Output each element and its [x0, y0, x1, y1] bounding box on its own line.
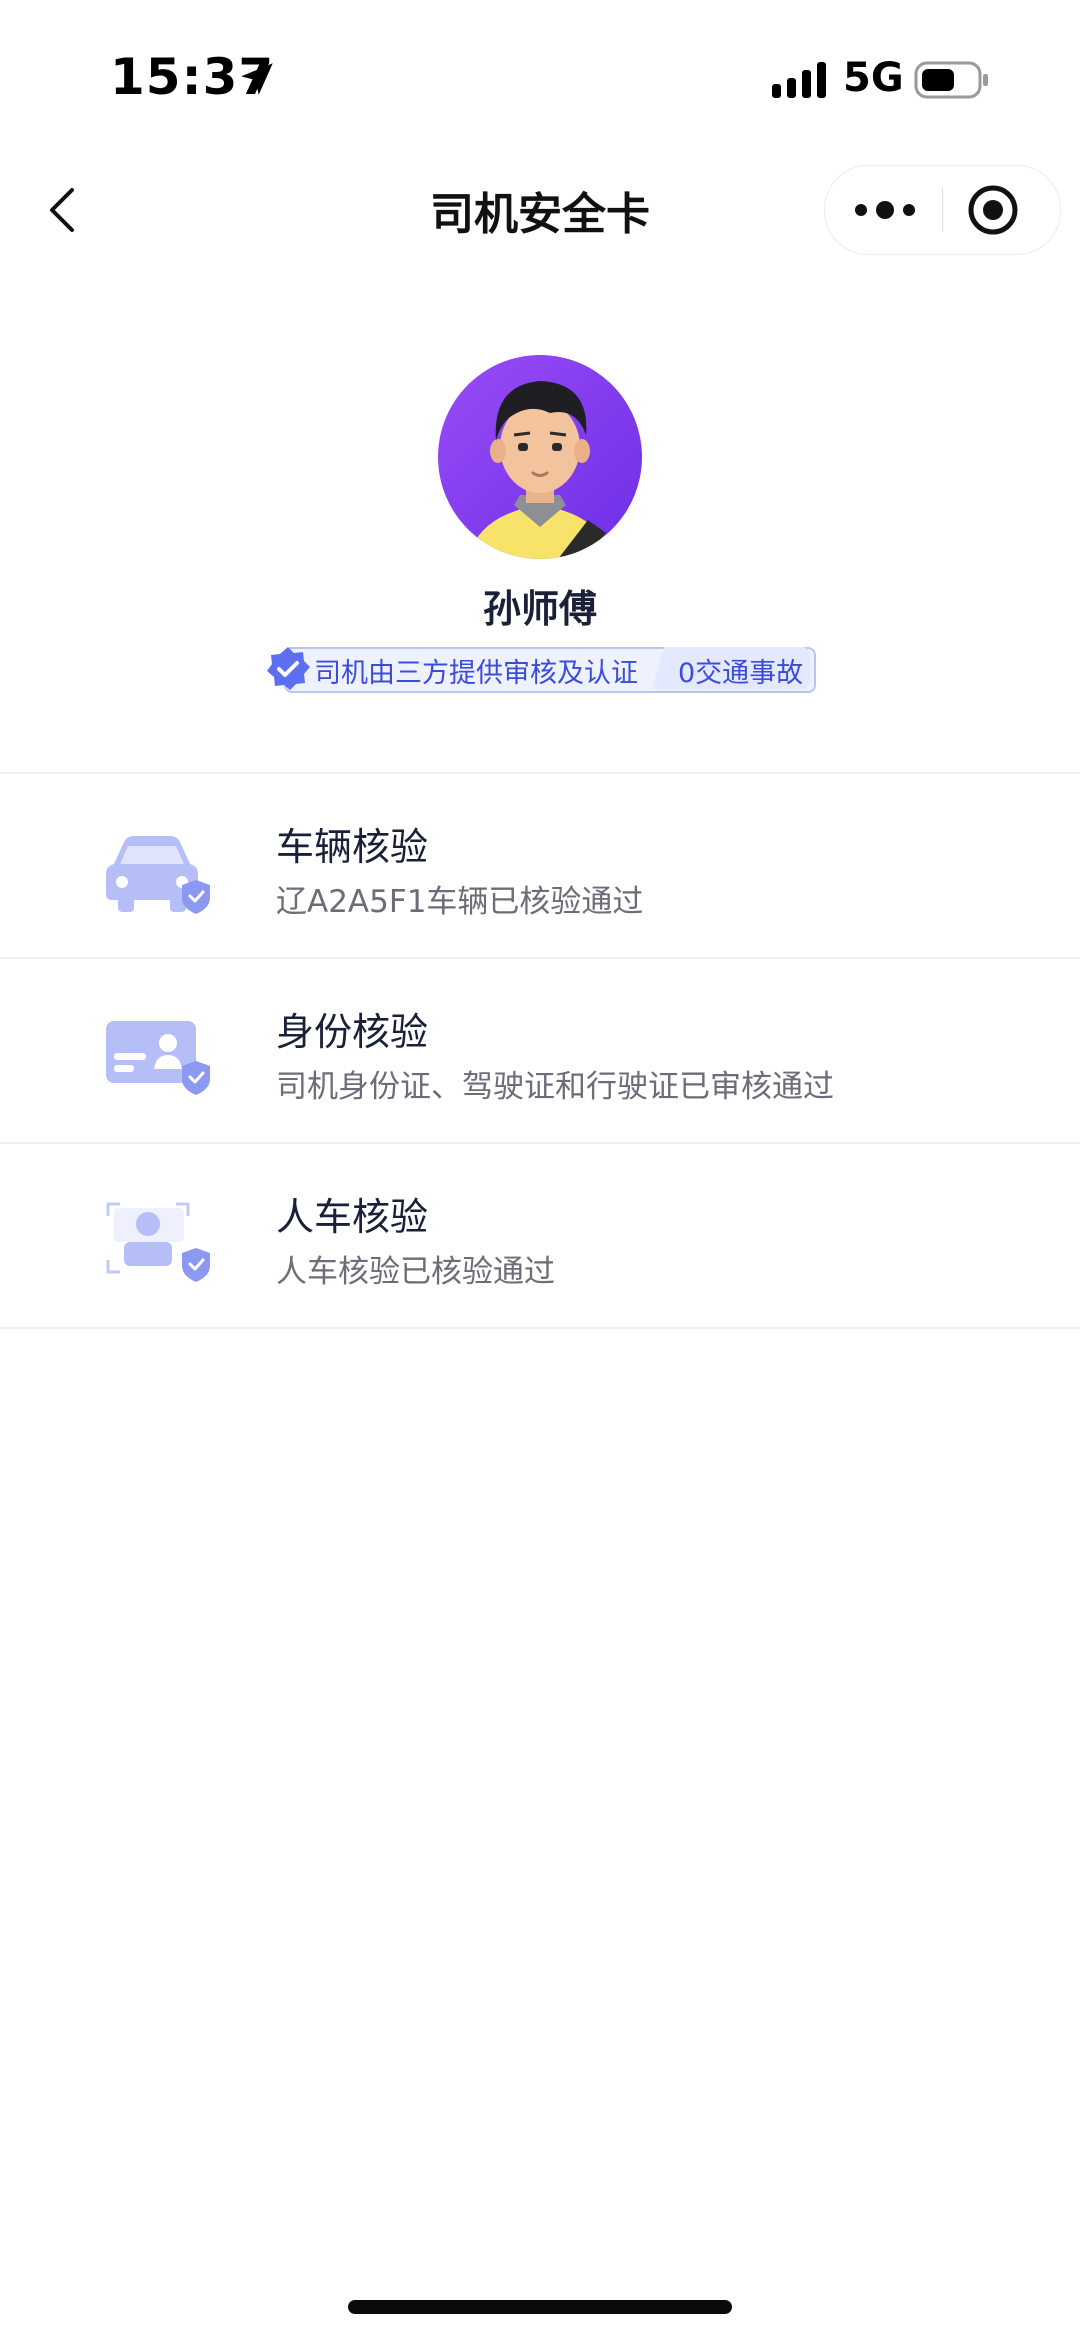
- vehicle-check-title: 车辆核验: [276, 825, 429, 869]
- home-indicator[interactable]: [348, 2300, 732, 2314]
- more-dots-icon[interactable]: [845, 180, 925, 240]
- verified-check-icon: [267, 647, 310, 690]
- id-card-shield-icon: [106, 1021, 210, 1095]
- list-item-vehicle-check[interactable]: 车辆核验 辽A2A5F1车辆已核验通过: [0, 774, 1080, 957]
- signal-icon: [772, 62, 826, 98]
- identity-check-title: 身份核验: [276, 1010, 429, 1054]
- list-divider: [0, 1327, 1080, 1329]
- list-item-identity-check[interactable]: 身份核验 司机身份证、驾驶证和行驶证已审核通过: [0, 959, 1080, 1142]
- driver-name: 孙师傅: [482, 587, 597, 631]
- location-arrow-icon: [241, 63, 273, 95]
- status-bar: 15:37 5G: [0, 0, 1080, 150]
- badge-separator: [652, 647, 678, 689]
- mini-program-capsule: [824, 165, 1061, 255]
- close-target-icon[interactable]: [965, 182, 1021, 238]
- identity-check-desc: 司机身份证、驾驶证和行驶证已审核通过: [276, 1069, 834, 1105]
- network-label: 5G: [843, 55, 904, 101]
- car-shield-icon: [106, 836, 210, 914]
- person-vehicle-check-title: 人车核验: [276, 1195, 429, 1239]
- person-scan-shield-icon: [106, 1202, 210, 1282]
- person-vehicle-check-desc: 人车核验已核验通过: [276, 1254, 555, 1290]
- driver-safety-card-page: 15:37 5G 司机安全卡 孙师傅 司机由三方提供审核及认证 0交通事故 车辆…: [0, 0, 1080, 2341]
- badge-text: 司机由三方提供审核及认证: [314, 658, 638, 689]
- verification-badge: 司机由三方提供审核及认证 0交通事故: [264, 645, 816, 693]
- driver-avatar-illustration: [438, 355, 642, 559]
- driver-avatar: [438, 355, 642, 559]
- battery-icon: [914, 61, 988, 99]
- list-item-person-vehicle-check[interactable]: 人车核验 人车核验已核验通过: [0, 1144, 1080, 1327]
- accident-count-text: 0交通事故: [678, 658, 804, 689]
- verification-list: 车辆核验 辽A2A5F1车辆已核验通过 身份核验 司机身份证、驾驶证和行驶证已审…: [0, 772, 1080, 1329]
- capsule-divider: [942, 188, 943, 232]
- accident-badge: 0交通事故: [664, 647, 810, 689]
- nav-bar: 司机安全卡: [0, 150, 1080, 270]
- vehicle-check-desc: 辽A2A5F1车辆已核验通过: [276, 884, 644, 920]
